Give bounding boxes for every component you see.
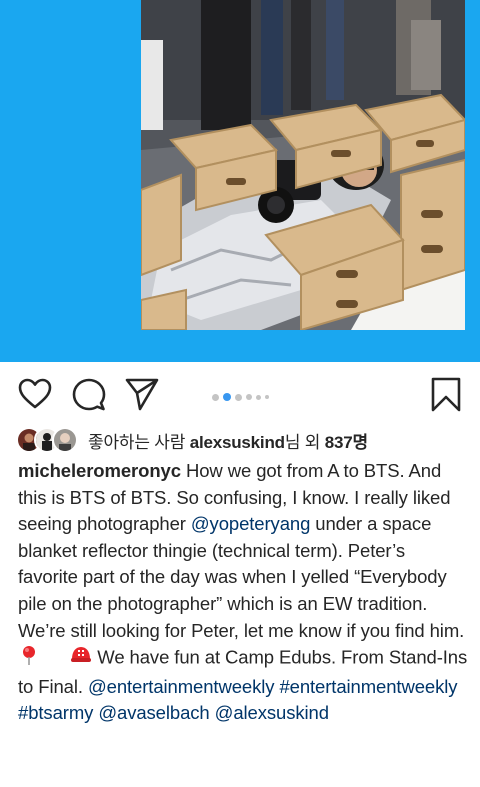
post-caption: micheleromeronyc How we got from A to BT… xyxy=(18,458,468,727)
likes-row[interactable]: 좋아하는 사람 alexsuskind님 외 837명 xyxy=(16,427,466,453)
liker-avatars xyxy=(16,427,78,453)
save-button[interactable] xyxy=(428,376,464,412)
heart-icon xyxy=(18,378,52,409)
share-button[interactable] xyxy=(124,376,160,412)
likes-text: 좋아하는 사람 alexsuskind님 외 837명 xyxy=(88,428,368,453)
hashtag-link[interactable]: #btsarmy xyxy=(18,702,93,723)
carousel-dot xyxy=(235,393,242,401)
carousel-dot-active xyxy=(223,393,231,401)
post-media[interactable] xyxy=(0,0,480,362)
carousel-indicator xyxy=(212,393,269,401)
photo-illustration xyxy=(141,0,465,330)
likes-count[interactable]: 837명 xyxy=(325,433,368,452)
mention-link[interactable]: @yopeteryang xyxy=(191,513,311,534)
post-action-bar xyxy=(0,372,480,420)
carousel-dot xyxy=(212,393,219,401)
caption-username[interactable]: micheleromeronyc xyxy=(18,460,181,481)
bookmark-icon xyxy=(431,377,461,412)
mention-link[interactable]: @alexsuskind xyxy=(215,702,329,723)
pin-emoji xyxy=(18,644,40,674)
comment-bubble-icon xyxy=(72,378,106,411)
liker-username-link[interactable]: alexsuskind xyxy=(190,433,285,452)
avatar xyxy=(52,427,78,453)
likes-prefix: 좋아하는 사람 xyxy=(88,432,190,452)
hashtag-link[interactable]: #entertainmentweekly xyxy=(279,676,457,697)
comment-button[interactable] xyxy=(71,376,107,412)
rescue-helmet-emoji xyxy=(70,644,92,674)
carousel-dot xyxy=(256,394,261,400)
like-button[interactable] xyxy=(17,376,53,412)
post-photo xyxy=(141,0,465,330)
paper-plane-icon xyxy=(125,378,159,411)
carousel-dot xyxy=(265,395,269,399)
mention-link[interactable]: @avaselbach xyxy=(98,702,209,723)
likes-suffix: 님 외 xyxy=(284,432,325,452)
carousel-dot xyxy=(246,394,252,400)
mention-link[interactable]: @entertainmentweekly xyxy=(88,676,275,697)
